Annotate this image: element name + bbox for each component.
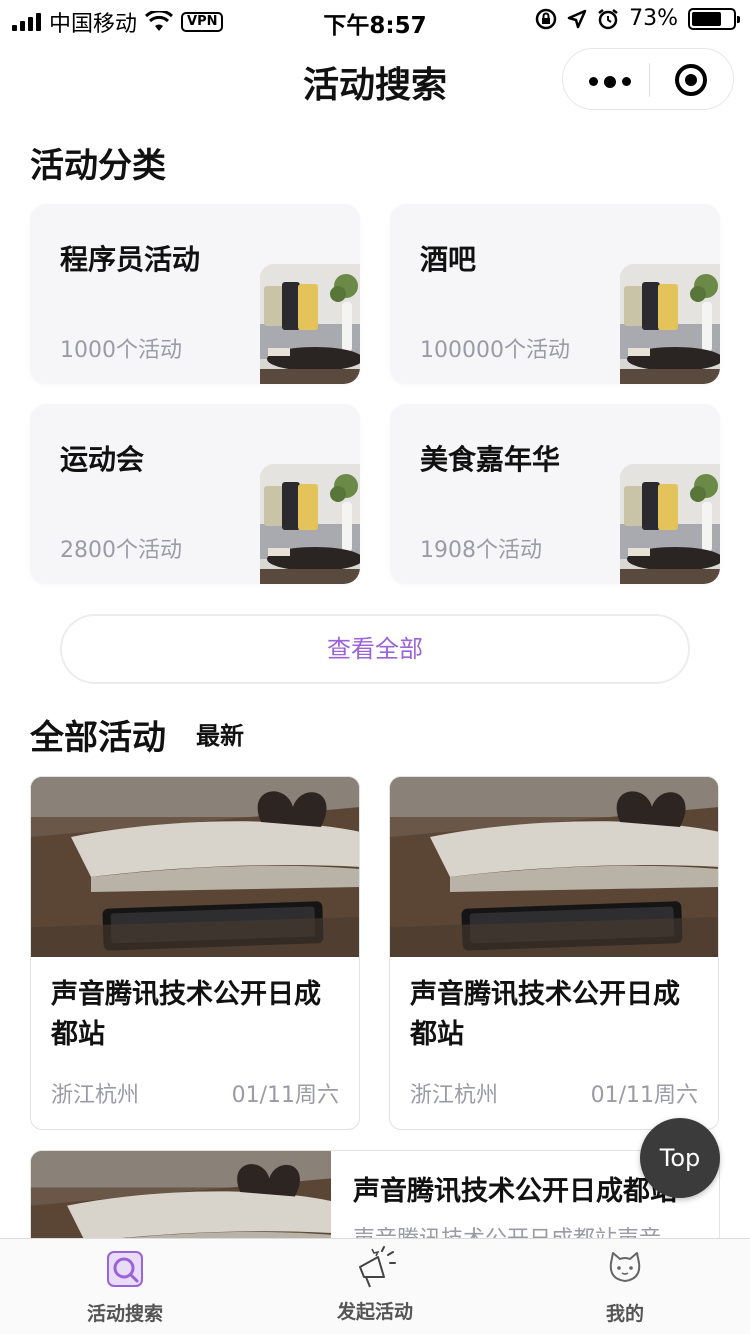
category-image [620,464,720,584]
category-card[interactable]: 酒吧 100000个活动 [390,204,720,384]
tab-activity-search[interactable]: 活动搜索 [0,1249,250,1326]
status-right: 73% [535,6,740,31]
megaphone-icon [359,1246,396,1288]
activity-title: 声音腾讯技术公开日成都站 [51,979,321,1050]
tab-label: 活动搜索 [86,1303,163,1325]
activity-title: 声音腾讯技术公开日成都站 [410,979,680,1050]
rotation-lock-icon [535,8,557,29]
activity-location: 浙江杭州 [410,1083,499,1108]
activity-date: 01/11周六 [231,1083,339,1108]
category-count: 1000个活动 [60,338,182,363]
capsule-divider [649,63,650,97]
category-count: 100000个活动 [420,338,570,363]
sort-latest-tab[interactable]: 最新 [196,716,244,751]
categories-heading: 活动分类 [30,146,166,186]
activity-location: 浙江杭州 [51,1083,140,1108]
status-bar: 中国移动 VPN 下午8:57 73% [0,0,750,40]
battery-level-fill [692,11,722,26]
category-image [260,264,360,384]
tab-mine[interactable]: 我的 [500,1249,750,1326]
tab-label: 我的 [605,1303,644,1325]
activity-card[interactable]: 声音腾讯技术公开日成都站 浙江杭州 01/11周六 [389,776,719,1130]
category-card[interactable]: 运动会 2800个活动 [30,404,360,584]
activity-card[interactable]: 声音腾讯技术公开日成都站 浙江杭州 01/11周六 [30,776,360,1130]
category-card[interactable]: 美食嘉年华 1908个活动 [390,404,720,584]
miniprogram-capsule [562,48,734,110]
close-target-icon[interactable] [675,64,707,96]
more-icon[interactable] [589,75,631,88]
category-image [260,464,360,584]
battery-percent: 73% [629,6,678,31]
location-arrow-icon [567,9,587,28]
category-name: 美食嘉年华 [420,443,561,476]
activities-heading: 全部活动 [30,718,166,758]
alarm-icon [598,8,618,29]
activity-image [31,777,360,957]
activity-image [390,777,719,957]
category-count: 1908个活动 [420,538,542,563]
battery-icon [688,7,740,30]
cat-face-icon [609,1252,641,1282]
tab-bar: 活动搜索 发起活动 我的 [0,1238,750,1334]
view-all-button[interactable]: 查看全部 [60,614,690,684]
category-count: 2800个活动 [60,538,182,563]
category-card[interactable]: 程序员活动 1000个活动 [30,204,360,384]
category-image [620,264,720,384]
category-name: 程序员活动 [60,243,201,276]
back-to-top-button[interactable]: Top [640,1118,720,1198]
activity-title: 声音腾讯技术公开日成都站 [353,1176,677,1207]
category-name: 酒吧 [420,243,477,276]
activity-date: 01/11周六 [590,1083,698,1108]
tab-create-activity[interactable]: 发起活动 [250,1246,500,1324]
search-activity-icon [107,1251,143,1287]
category-name: 运动会 [60,443,145,476]
tab-label: 发起活动 [336,1301,413,1323]
